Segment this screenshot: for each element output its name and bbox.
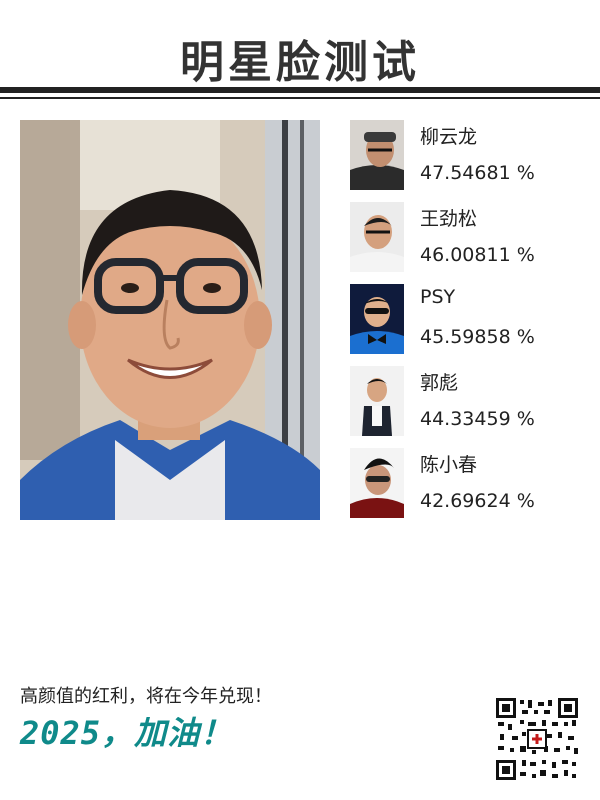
- qr-code-icon: [494, 696, 580, 782]
- similarity-score: 47.54681 %: [420, 162, 535, 184]
- celebrity-name: PSY: [420, 286, 456, 308]
- cheer-text: 2025，加油！: [20, 714, 234, 752]
- celebrity-thumbnail: [350, 448, 404, 518]
- celebrity-thumbnail: [350, 366, 404, 436]
- celebrity-name: 柳云龙: [420, 126, 478, 148]
- header-divider-thick: [0, 87, 600, 93]
- result-item: 陈小春 42.69624 %: [350, 448, 580, 518]
- user-photo: [20, 120, 320, 520]
- header-divider-thin: [0, 97, 600, 99]
- slogan-text: 高颜值的红利，将在今年兑现！: [20, 686, 272, 707]
- similarity-score: 46.00811 %: [420, 244, 535, 266]
- celebrity-thumbnail: [350, 120, 404, 190]
- result-item: 王劲松 46.00811 %: [350, 202, 580, 272]
- celebrity-thumbnail: [350, 284, 404, 354]
- similarity-score: 42.69624 %: [420, 490, 535, 512]
- celebrity-name: 陈小春: [420, 454, 478, 476]
- result-item: 郭彪 44.33459 %: [350, 366, 580, 436]
- similarity-score: 44.33459 %: [420, 408, 535, 430]
- similarity-score: 45.59858 %: [420, 326, 535, 348]
- result-item: PSY 45.59858 %: [350, 284, 580, 354]
- result-item: 柳云龙 47.54681 %: [350, 120, 580, 190]
- celebrity-name: 王劲松: [420, 208, 478, 230]
- page-title: 明星脸测试: [180, 37, 420, 88]
- celebrity-name: 郭彪: [420, 372, 459, 394]
- celebrity-thumbnail: [350, 202, 404, 272]
